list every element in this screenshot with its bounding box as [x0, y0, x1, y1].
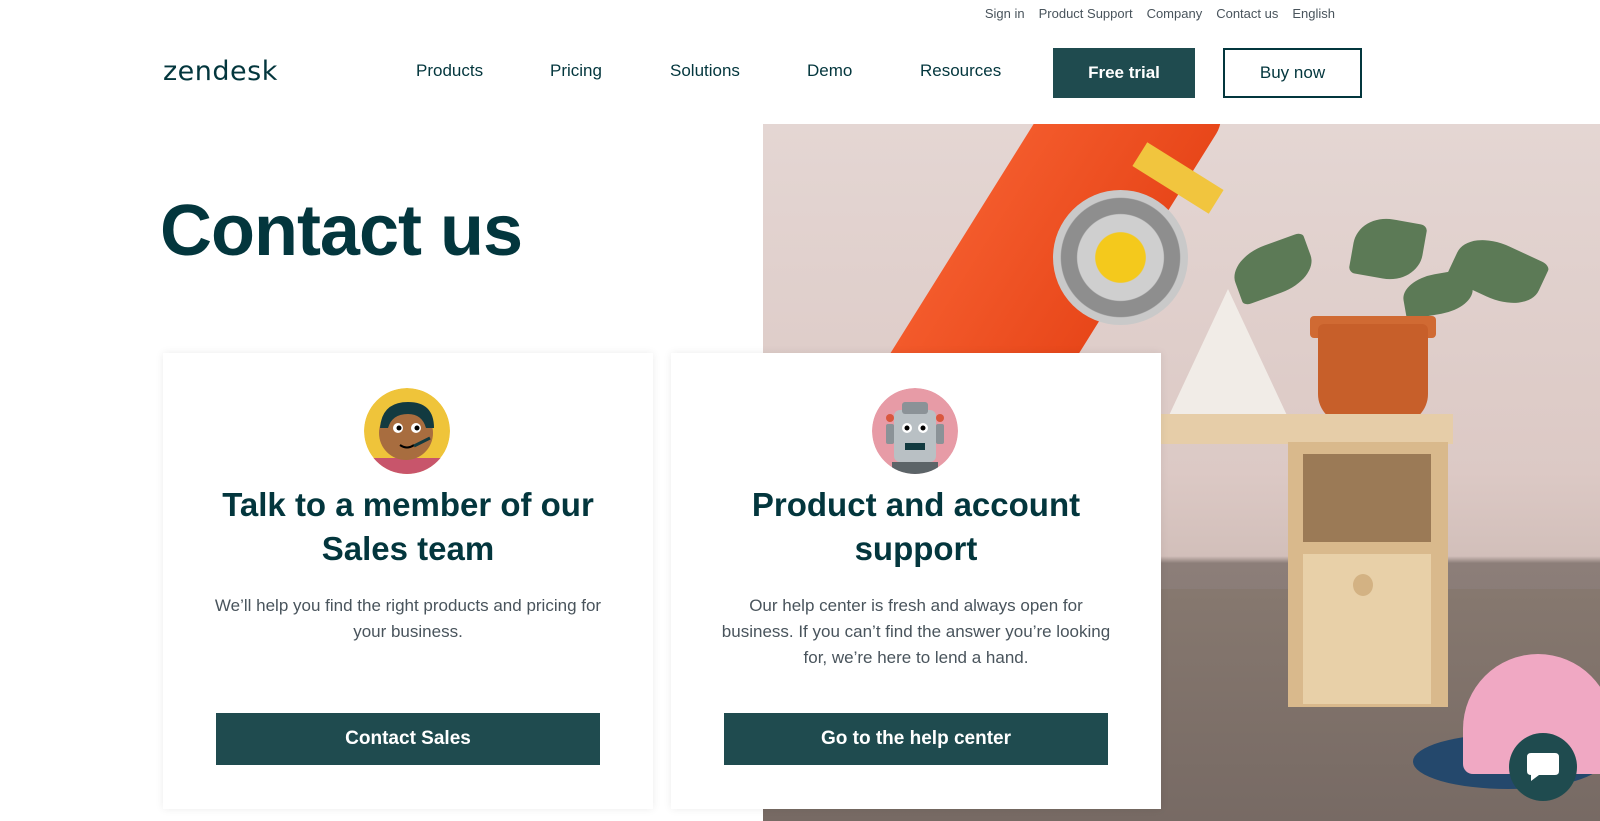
sales-card-body: We’ll help you find the right products a… [214, 596, 602, 641]
support-robot-avatar-icon [872, 388, 958, 474]
company-link[interactable]: Company [1147, 6, 1203, 21]
sales-agent-avatar-icon [364, 388, 450, 474]
main-nav: Products Pricing Solutions Demo Resource… [416, 61, 1030, 81]
product-support-link[interactable]: Product Support [1039, 6, 1133, 21]
sales-card: Talk to a member of our Sales team We’ll… [163, 353, 653, 809]
sales-card-heading: Talk to a member of our Sales team [222, 486, 594, 567]
hero-pot [1318, 324, 1428, 424]
utility-nav: Sign in Product Support Company Contact … [985, 6, 1335, 21]
sign-in-link[interactable]: Sign in [985, 6, 1025, 21]
free-trial-button[interactable]: Free trial [1053, 48, 1195, 98]
hero-shelf-top [1143, 414, 1453, 444]
chat-widget-button[interactable] [1509, 733, 1577, 801]
language-link[interactable]: English [1292, 6, 1335, 21]
support-card-body: Our help center is fresh and always open… [721, 596, 1111, 667]
nav-solutions[interactable]: Solutions [670, 61, 807, 81]
contact-sales-button[interactable]: Contact Sales [216, 713, 600, 765]
hero-shelf-cubby [1303, 454, 1431, 542]
nav-demo[interactable]: Demo [807, 61, 920, 81]
help-center-button[interactable]: Go to the help center [724, 713, 1108, 765]
page-title: Contact us [160, 191, 523, 271]
hero-leaf [1226, 231, 1320, 307]
nav-pricing[interactable]: Pricing [550, 61, 670, 81]
hero-drawer-knob [1353, 574, 1373, 596]
nav-products[interactable]: Products [416, 61, 550, 81]
support-card: Product and account support Our help cen… [671, 353, 1161, 809]
support-card-heading: Product and account support [751, 486, 1081, 567]
hero-leaf [1400, 268, 1476, 320]
buy-now-button[interactable]: Buy now [1223, 48, 1362, 98]
hero-leaf [1348, 213, 1428, 285]
chat-bubble-icon [1527, 753, 1559, 781]
zendesk-logo[interactable]: zendesk [163, 56, 278, 87]
nav-resources[interactable]: Resources [920, 61, 1030, 81]
contact-us-link[interactable]: Contact us [1216, 6, 1278, 21]
